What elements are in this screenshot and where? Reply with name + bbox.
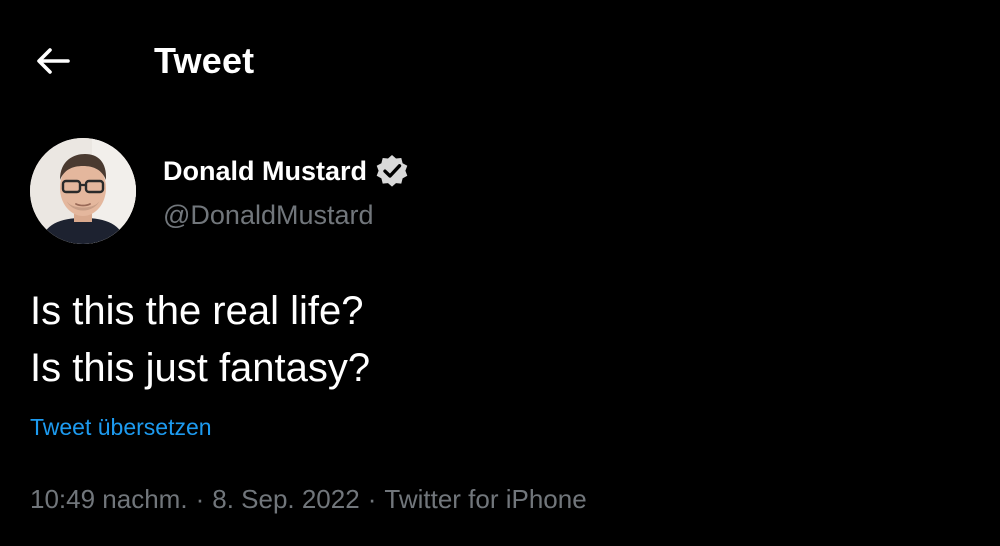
tweet-text: Is this the real life? Is this just fant…	[30, 283, 930, 397]
page-title: Tweet	[154, 40, 255, 81]
name-row: Donald Mustard	[163, 152, 411, 190]
author-handle[interactable]: @DonaldMustard	[163, 198, 374, 232]
verified-badge-icon	[373, 152, 411, 190]
tweet-time[interactable]: 10:49 nachm.	[30, 484, 188, 514]
translate-tweet-link[interactable]: Tweet übersetzen	[30, 412, 212, 442]
back-button[interactable]	[30, 40, 76, 82]
tweet-date[interactable]: 8. Sep. 2022	[212, 484, 359, 514]
tweet-text-line: Is this just fantasy?	[30, 346, 371, 390]
tweet-author: Donald Mustard @DonaldMustard	[30, 138, 630, 248]
tweet-source[interactable]: Twitter for iPhone	[384, 484, 586, 514]
top-bar: Tweet	[0, 0, 1000, 120]
separator: ·	[367, 484, 377, 514]
separator: ·	[195, 484, 205, 514]
tweet-text-line: Is this the real life?	[30, 289, 364, 333]
avatar[interactable]	[30, 138, 136, 244]
tweet-metadata: 10:49 nachm. · 8. Sep. 2022 · Twitter for iP…	[30, 482, 587, 516]
arrow-left-icon	[36, 48, 70, 74]
author-display-name[interactable]: Donald Mustard	[163, 154, 367, 188]
